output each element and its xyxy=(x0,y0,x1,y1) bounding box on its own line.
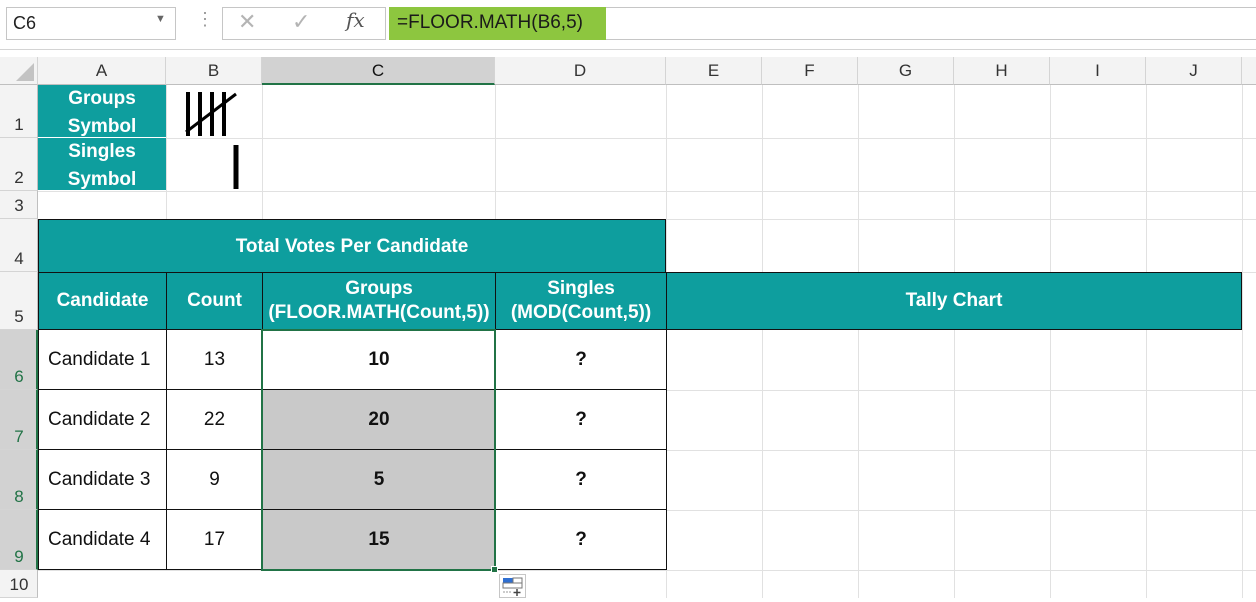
table-cell-singles[interactable]: ? xyxy=(495,449,667,510)
tally-five-icon xyxy=(185,92,237,136)
column-header-j[interactable]: J xyxy=(1146,57,1242,85)
table-cell-candidate[interactable]: Candidate 4 xyxy=(38,509,167,570)
groups-symbol-label-line2: Symbol xyxy=(67,116,137,137)
row-header-5[interactable]: 5 xyxy=(0,272,38,330)
quick-analysis-button[interactable] xyxy=(499,574,526,598)
header-singles-line1: Singles xyxy=(547,278,615,299)
singles-symbol-label[interactable]: Singles Symbol xyxy=(38,138,166,190)
gridline xyxy=(262,85,263,219)
table-cell-singles[interactable]: ? xyxy=(495,389,667,450)
header-count[interactable]: Count xyxy=(166,272,263,330)
table-cell-count[interactable]: 9 xyxy=(166,449,263,510)
row-header-2[interactable]: 2 xyxy=(0,138,38,191)
column-header-i[interactable]: I xyxy=(1050,57,1146,85)
table-cell-singles[interactable]: ? xyxy=(495,329,667,390)
groups-symbol-label-line1: Groups xyxy=(68,88,136,109)
row-header-6[interactable]: 6 xyxy=(0,330,38,390)
gridline xyxy=(38,570,1256,571)
row-header-1[interactable]: 1 xyxy=(0,85,38,138)
gridline xyxy=(1242,85,1243,598)
column-header-d[interactable]: D xyxy=(495,57,666,85)
table-cell-count[interactable]: 13 xyxy=(166,329,263,390)
fill-handle[interactable] xyxy=(491,566,498,573)
row-header-8[interactable]: 8 xyxy=(0,450,38,510)
cancel-icon[interactable]: ✕ xyxy=(238,9,256,35)
gridline xyxy=(666,390,1256,391)
table-title[interactable]: Total Votes Per Candidate xyxy=(38,219,666,273)
table-cell-candidate[interactable]: Candidate 1 xyxy=(38,329,167,390)
gridline xyxy=(666,510,1256,511)
select-all-triangle-icon xyxy=(16,63,34,81)
gridline xyxy=(166,85,167,219)
header-groups-line2: (FLOOR.MATH(Count,5)) xyxy=(268,302,490,323)
row-header-10[interactable]: 10 xyxy=(0,570,38,598)
gridline xyxy=(1146,85,1147,272)
singles-symbol-label-line1: Singles xyxy=(68,141,136,162)
column-header-h[interactable]: H xyxy=(954,57,1050,85)
gridline xyxy=(38,138,1256,139)
gridline xyxy=(954,330,955,598)
gridline xyxy=(1050,85,1051,272)
gridline xyxy=(1050,330,1051,598)
header-candidate[interactable]: Candidate xyxy=(38,272,167,330)
gridline xyxy=(954,85,955,272)
gridline xyxy=(666,450,1256,451)
gridline xyxy=(495,85,496,219)
insert-function-icon[interactable]: fx xyxy=(346,8,365,32)
row-header-3[interactable]: 3 xyxy=(0,191,38,219)
table-cell-candidate[interactable]: Candidate 2 xyxy=(38,389,167,450)
column-header-b[interactable]: B xyxy=(166,57,262,85)
tally-one-icon xyxy=(233,145,239,189)
column-header-f[interactable]: F xyxy=(762,57,858,85)
row-header-7[interactable]: 7 xyxy=(0,390,38,450)
selection-border xyxy=(261,329,496,571)
column-header-e[interactable]: E xyxy=(666,57,762,85)
table-cell-singles[interactable]: ? xyxy=(495,509,667,570)
table-cell-candidate[interactable]: Candidate 3 xyxy=(38,449,167,510)
gridline xyxy=(38,191,1256,192)
header-tally-chart[interactable]: Tally Chart xyxy=(666,272,1242,330)
enter-icon[interactable]: ✓ xyxy=(292,9,310,35)
header-groups-line1: Groups xyxy=(345,278,413,299)
gridline xyxy=(762,85,763,272)
formula-bar-grip-icon[interactable]: ⋮ xyxy=(196,9,214,30)
header-groups[interactable]: Groups (FLOOR.MATH(Count,5)) xyxy=(262,272,496,330)
row-header-9[interactable]: 9 xyxy=(0,510,38,570)
formula-input[interactable]: =FLOOR.MATH(B6,5) xyxy=(389,7,606,40)
groups-symbol-label[interactable]: Groups Symbol xyxy=(38,85,166,137)
name-box[interactable]: C6 xyxy=(6,7,176,40)
gridline xyxy=(858,330,859,598)
singles-symbol-label-line2: Symbol xyxy=(67,169,137,190)
gridline xyxy=(666,85,667,272)
column-header-k[interactable] xyxy=(1242,57,1256,85)
column-header-c[interactable]: C xyxy=(262,57,495,85)
column-header-g[interactable]: G xyxy=(858,57,954,85)
name-box-dropdown-icon[interactable]: ▼ xyxy=(155,13,166,25)
quick-analysis-icon xyxy=(502,577,523,596)
gridline xyxy=(1146,330,1147,598)
table-cell-count[interactable]: 22 xyxy=(166,389,263,450)
gridline xyxy=(762,330,763,598)
column-header-a[interactable]: A xyxy=(38,57,166,85)
gridline xyxy=(858,85,859,272)
table-cell-count[interactable]: 17 xyxy=(166,509,263,570)
formula-input-extension[interactable] xyxy=(606,7,1256,40)
header-singles-line2: (MOD(Count,5)) xyxy=(510,302,652,323)
row-header-4[interactable]: 4 xyxy=(0,219,38,272)
header-singles[interactable]: Singles (MOD(Count,5)) xyxy=(495,272,667,330)
